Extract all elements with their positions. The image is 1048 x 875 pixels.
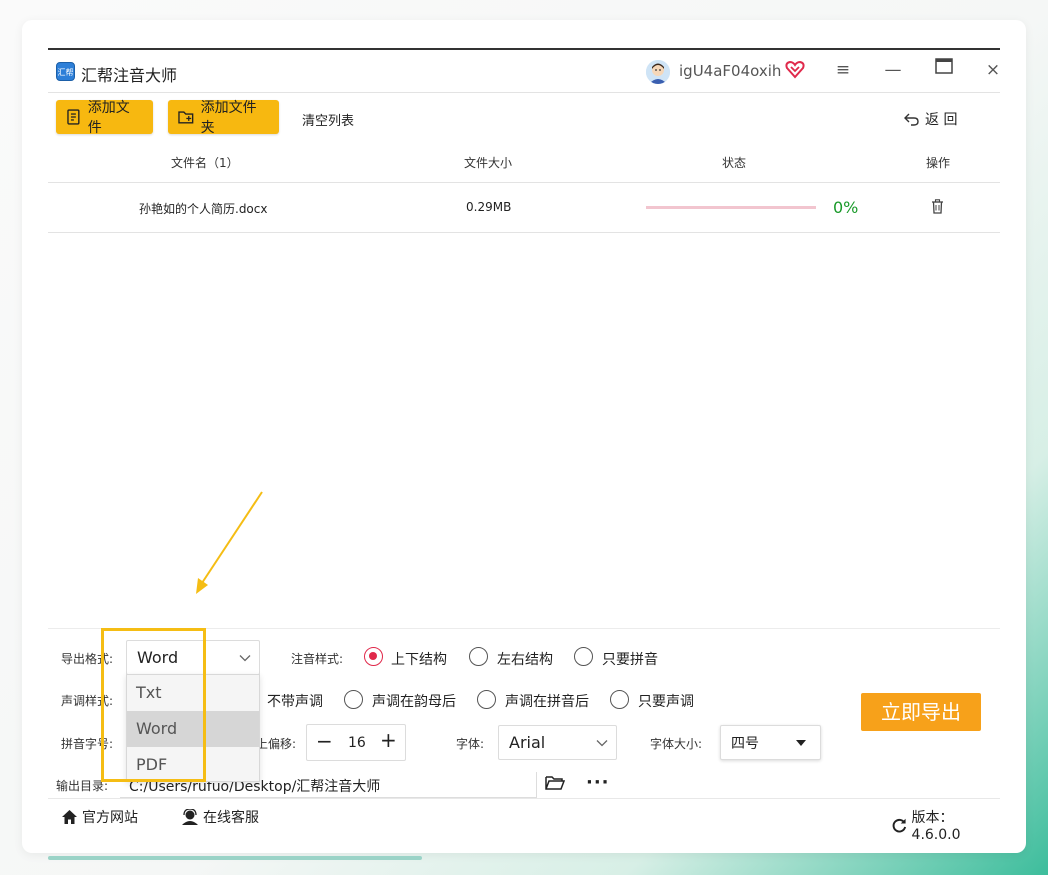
online-support-label: 在线客服 bbox=[203, 810, 259, 826]
radio-tone-after-final[interactable] bbox=[344, 690, 363, 709]
minimize-icon[interactable]: — bbox=[883, 60, 903, 80]
font-value: Arial bbox=[509, 733, 546, 752]
radio-tone-after-pinyin[interactable] bbox=[477, 690, 496, 709]
version-label: 版本：4.6.0.0 bbox=[911, 810, 961, 843]
clear-list-button[interactable]: 清空列表 bbox=[302, 110, 354, 129]
version-info: 版本：4.6.0.0 bbox=[891, 807, 1000, 843]
app-title: 汇帮注音大师 bbox=[81, 66, 178, 85]
folder-add-icon bbox=[178, 111, 194, 124]
annotation-style-label: 注音样式: bbox=[291, 652, 344, 666]
back-label: 返 回 bbox=[925, 112, 958, 128]
official-website-link[interactable]: 官方网站 bbox=[61, 807, 138, 827]
column-status: 状态 bbox=[722, 156, 747, 170]
tone-style-option: 声调在韵母后 bbox=[372, 694, 456, 710]
column-filename: 文件名（1） bbox=[171, 156, 239, 170]
font-size-select[interactable]: 四号 bbox=[720, 725, 821, 760]
add-folder-button[interactable]: 添加文件夹 bbox=[168, 100, 279, 136]
vip-heart-icon[interactable] bbox=[785, 59, 805, 83]
divider bbox=[48, 182, 1000, 183]
font-size-value: 四号 bbox=[731, 735, 759, 752]
caret-down-icon bbox=[796, 739, 806, 746]
more-options-icon[interactable]: ··· bbox=[586, 772, 610, 793]
back-arrow-icon bbox=[904, 113, 919, 126]
column-action: 操作 bbox=[926, 156, 951, 170]
radio-annotation-left-right[interactable] bbox=[469, 647, 488, 666]
offset-label: 上偏移: bbox=[256, 737, 297, 751]
username[interactable]: igU4aF04oxih bbox=[679, 62, 781, 80]
annotation-style-option: 上下结构 bbox=[391, 652, 447, 668]
tone-style-option: 声调在拼音后 bbox=[505, 694, 589, 710]
menu-icon[interactable]: ≡ bbox=[833, 60, 853, 80]
file-name-cell: 孙艳如的个人简历.docx bbox=[139, 202, 268, 216]
folder-open-icon[interactable] bbox=[545, 775, 566, 795]
offset-stepper[interactable]: − 16 + bbox=[306, 724, 406, 761]
radio-annotation-top-bottom[interactable] bbox=[364, 647, 383, 666]
trash-icon[interactable] bbox=[931, 199, 944, 218]
add-file-button[interactable]: 添加文件 bbox=[56, 100, 153, 136]
file-icon bbox=[67, 109, 80, 125]
home-icon bbox=[62, 810, 77, 824]
offset-value: 16 bbox=[348, 735, 366, 751]
maximize-icon[interactable] bbox=[934, 58, 954, 79]
divider bbox=[48, 232, 1000, 233]
file-size-cell: 0.29MB bbox=[466, 200, 512, 214]
column-filesize: 文件大小 bbox=[464, 156, 513, 170]
user-avatar-icon[interactable] bbox=[646, 60, 670, 84]
support-agent-icon bbox=[182, 809, 198, 825]
plus-icon[interactable]: + bbox=[380, 728, 397, 752]
chevron-down-icon bbox=[596, 739, 608, 746]
font-label: 字体: bbox=[456, 737, 485, 751]
close-icon[interactable]: × bbox=[983, 60, 1003, 80]
horizontal-scrollbar[interactable] bbox=[48, 856, 422, 860]
refresh-icon[interactable] bbox=[891, 817, 908, 834]
app-logo-icon: 汇帮 bbox=[56, 62, 75, 81]
font-select[interactable]: Arial bbox=[498, 725, 617, 760]
progress-percent: 0% bbox=[833, 198, 859, 217]
add-folder-label: 添加文件夹 bbox=[200, 100, 257, 136]
annotation-style-option: 只要拼音 bbox=[602, 652, 658, 668]
annotation-style-option: 左右结构 bbox=[497, 652, 553, 668]
annotation-arrow-icon bbox=[196, 491, 263, 594]
divider bbox=[536, 772, 537, 798]
app-window: 汇帮 汇帮注音大师 igU4aF04oxih ≡ — × 添加文件 添加文件夹 … bbox=[48, 48, 1003, 843]
minus-icon[interactable]: − bbox=[316, 729, 333, 753]
online-support-link[interactable]: 在线客服 bbox=[181, 807, 259, 827]
export-now-button[interactable]: 立即导出 bbox=[861, 693, 981, 731]
radio-tone-only[interactable] bbox=[610, 690, 629, 709]
tone-style-option: 不带声调 bbox=[267, 694, 323, 710]
highlight-box bbox=[101, 628, 206, 782]
tone-style-option: 只要声调 bbox=[638, 694, 694, 710]
radio-annotation-pinyin-only[interactable] bbox=[574, 647, 593, 666]
divider bbox=[48, 92, 1000, 93]
add-file-label: 添加文件 bbox=[87, 100, 130, 136]
back-button[interactable]: 返 回 bbox=[904, 109, 957, 129]
progress-bar bbox=[646, 206, 816, 209]
font-size-label: 字体大小: bbox=[650, 737, 703, 751]
official-website-label: 官方网站 bbox=[82, 810, 138, 826]
divider bbox=[48, 798, 1000, 799]
chevron-down-icon bbox=[239, 654, 251, 661]
